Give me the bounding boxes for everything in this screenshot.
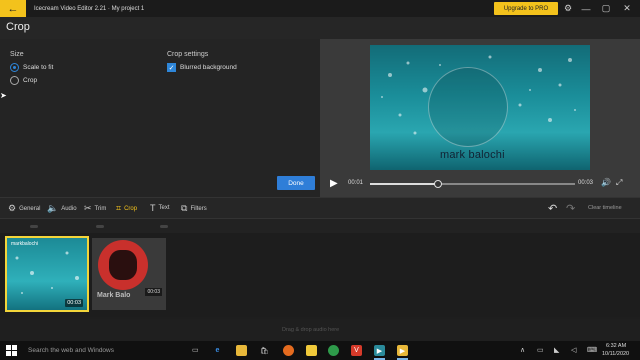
tab-label: Crop [124,205,138,212]
keyboard-icon[interactable]: ⌨ [587,346,597,354]
volume-icon[interactable]: 🔊 [601,178,611,187]
tab-label: General [19,205,41,212]
icecream-app-icon[interactable]: ▶ [397,345,408,356]
editor-toolbar: ⚙ General 🔈 Audio ✂ Trim ⌗ Crop T Text ⧉… [0,197,640,219]
redo-icon[interactable]: ↷ [566,202,575,215]
clip-duration: 00:03 [65,299,83,307]
upgrade-button[interactable]: Upgrade to PRO [494,2,558,15]
crop-icon: ⌗ [116,203,122,213]
clip-thumbnail-face [109,250,137,280]
size-label: Size [10,51,24,58]
back-button[interactable]: ← [0,0,26,17]
app-title: Icecream Video Editor 2.21 · My project … [34,5,145,12]
clip-label: markbalochi [11,241,38,247]
watermark-text: mark balochi [440,149,505,161]
clear-timeline-button[interactable]: Clear timeline [588,205,622,211]
undo-icon[interactable]: ↶ [548,202,557,215]
done-button[interactable]: Done [277,176,315,190]
tab-trim[interactable]: ✂ Trim [84,203,106,214]
crop-radio[interactable]: Crop [10,76,37,85]
text-icon: T [150,203,156,213]
clip-duration: 00:03 [145,288,162,296]
tab-filters[interactable]: ⧉ Filters [181,203,207,214]
minimize-icon[interactable]: — [579,2,593,15]
tab-crop[interactable]: ⌗ Crop [116,203,137,214]
title-bar: ← Icecream Video Editor 2.21 · My projec… [0,0,640,17]
taskbar-clock-time[interactable]: 6:32 AM [606,343,626,349]
audio-drop-hint: Drag & drop audio here [282,327,340,333]
blurred-background-checkbox[interactable]: ✓ Blurred background [167,63,237,72]
tab-label: Audio [61,205,77,212]
crop-settings-panel: Size Scale to fit Crop Crop settings ✓ B… [0,39,320,197]
gear-icon[interactable]: ⚙ [561,2,575,15]
radio-unselected-icon [10,76,19,85]
gear-icon: ⚙ [8,203,17,213]
timeline-clip[interactable]: Mark Balo 00:03 [92,238,166,310]
fullscreen-icon[interactable]: ⤢ [616,178,622,188]
page-header: Crop [0,17,640,39]
seek-handle[interactable] [433,180,442,188]
timeline-ruler [0,219,640,233]
audio-track[interactable]: Drag & drop audio here [0,319,640,341]
radio-selected-icon [10,63,19,72]
checkbox-checked-icon: ✓ [167,63,176,72]
tray-expand-icon[interactable]: ∧ [520,346,525,354]
volume-tray-icon[interactable]: ◁ [571,346,576,354]
tab-text[interactable]: T Text [150,203,170,213]
filters-icon: ⧉ [181,203,188,213]
video-editor-icon[interactable]: ▶ [374,345,385,356]
file-explorer-icon[interactable] [236,345,247,356]
watermark-logo [428,67,508,147]
close-icon[interactable]: ✕ [620,2,634,15]
windows-taskbar: Search the web and Windows ▭ e 🛍 V ▶ ▶ ∧… [0,341,640,360]
paint-icon[interactable] [306,345,317,356]
chrome-icon[interactable] [328,345,339,356]
timeline: markbalochi 00:03 Mark Balo 00:03 Drag &… [0,219,640,341]
timeline-clip-selected[interactable]: markbalochi 00:03 [5,236,89,312]
ruler-mark [96,225,104,228]
arrow-left-icon: ← [7,2,19,15]
tab-label: Trim [94,205,107,212]
current-time: 00:01 [348,180,364,186]
windows-start-icon[interactable] [6,345,17,356]
seek-bar[interactable] [370,180,575,188]
store-icon[interactable]: 🛍 [259,345,270,356]
vivaldi-icon[interactable]: V [351,345,362,356]
blurred-background-label: Blurred background [180,64,237,71]
end-time: 00:03 [578,180,594,186]
battery-icon[interactable]: ▭ [537,346,544,354]
network-icon[interactable]: ◣ [554,346,559,354]
maximize-icon[interactable]: ▢ [599,2,613,15]
app-window: ← Icecream Video Editor 2.21 · My projec… [0,0,640,360]
scale-to-fit-label: Scale to fit [23,64,54,71]
ruler-mark [160,225,168,228]
play-icon[interactable]: ▶ [330,178,338,189]
mouse-cursor-icon: ➤ [0,91,7,100]
tab-general[interactable]: ⚙ General [8,203,40,214]
scissors-icon: ✂ [84,203,92,213]
taskbar-clock-date[interactable]: 10/11/2020 [602,351,629,357]
task-view-icon[interactable]: ▭ [192,346,199,354]
tab-audio[interactable]: 🔈 Audio [47,203,77,214]
edge-icon[interactable]: e [212,345,223,356]
taskbar-search-input[interactable]: Search the web and Windows [28,347,114,354]
ruler-mark [30,225,38,228]
crop-label: Crop [23,77,38,84]
page-title: Crop [6,21,30,33]
tab-label: Text [158,205,170,211]
seek-progress [370,183,438,185]
clip-label: Mark Balo [97,292,131,299]
firefox-icon[interactable] [283,345,294,356]
video-preview: mark balochi [370,45,590,170]
video-preview-panel: mark balochi ▶ 00:01 00:03 🔊 ⤢ [320,39,640,197]
speaker-icon: 🔈 [47,203,59,213]
tab-label: Filters [190,205,207,212]
crop-settings-label: Crop settings [167,51,209,58]
scale-to-fit-radio[interactable]: Scale to fit [10,63,53,72]
